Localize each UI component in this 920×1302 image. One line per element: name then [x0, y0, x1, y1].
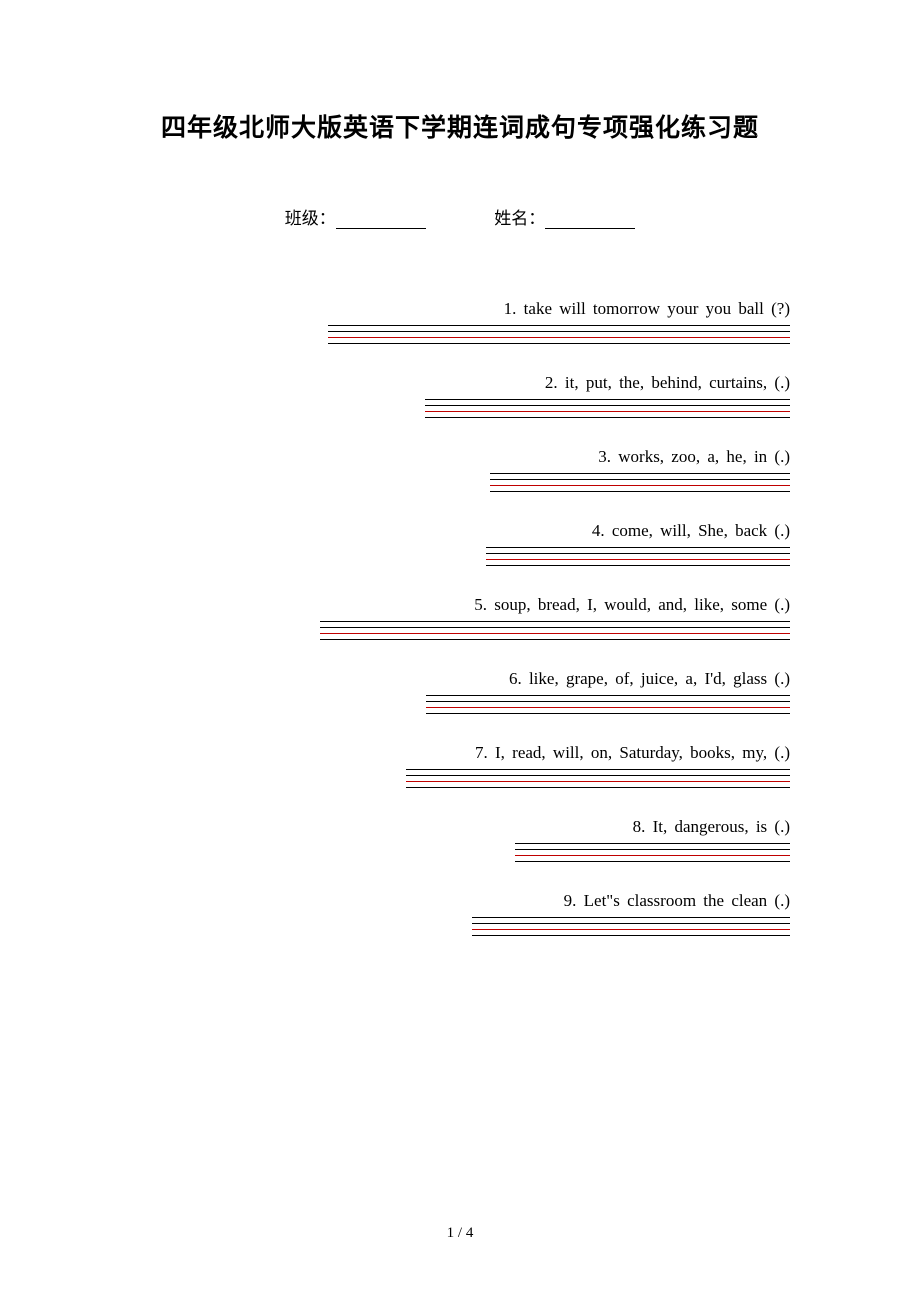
page-title: 四年级北师大版英语下学期连词成句专项强化练习题	[130, 108, 790, 144]
answer-line	[406, 769, 790, 773]
answer-line	[472, 917, 790, 921]
question-3: 3. works, zoo, a, he, in (.)	[130, 447, 790, 497]
question-8: 8. It, dangerous, is (.)	[130, 817, 790, 867]
answer-line	[486, 547, 790, 551]
answer-line	[490, 473, 790, 477]
class-blank[interactable]	[336, 228, 426, 229]
answer-line	[472, 923, 790, 927]
questions-container: 1. take will tomorrow your you ball (?) 2…	[130, 299, 790, 941]
answer-line	[426, 707, 790, 711]
page-number: 1 / 4	[0, 1225, 920, 1242]
answer-line	[486, 565, 790, 569]
answer-line	[406, 787, 790, 791]
question-text: 6. like, grape, of, juice, a, I'd, glass…	[130, 669, 790, 689]
answer-line	[406, 775, 790, 779]
answer-line	[490, 479, 790, 483]
name-label: 姓名：	[494, 209, 545, 228]
answer-line	[426, 713, 790, 717]
answer-line	[406, 781, 790, 785]
answer-line	[490, 485, 790, 489]
question-text: 7. I, read, will, on, Saturday, books, m…	[130, 743, 790, 763]
question-text: 5. soup, bread, I, would, and, like, som…	[130, 595, 790, 615]
answer-lines[interactable]	[130, 695, 790, 719]
answer-line	[328, 325, 790, 329]
answer-line	[515, 843, 790, 847]
answer-line	[472, 935, 790, 939]
question-5: 5. soup, bread, I, would, and, like, som…	[130, 595, 790, 645]
answer-line	[328, 331, 790, 335]
answer-line	[486, 559, 790, 563]
answer-lines[interactable]	[130, 843, 790, 867]
answer-line	[320, 627, 790, 631]
answer-line	[426, 695, 790, 699]
question-1: 1. take will tomorrow your you ball (?)	[130, 299, 790, 349]
answer-line	[425, 417, 790, 421]
answer-line	[426, 701, 790, 705]
answer-lines[interactable]	[130, 473, 790, 497]
answer-line	[486, 553, 790, 557]
question-4: 4. come, will, She, back (.)	[130, 521, 790, 571]
answer-line	[425, 399, 790, 403]
student-info-row: 班级： 姓名：	[130, 204, 790, 229]
question-text: 2. it, put, the, behind, curtains, (.)	[130, 373, 790, 393]
question-9: 9. Let"s classroom the clean (.)	[130, 891, 790, 941]
answer-lines[interactable]	[130, 399, 790, 423]
answer-lines[interactable]	[130, 621, 790, 645]
question-6: 6. like, grape, of, juice, a, I'd, glass…	[130, 669, 790, 719]
question-2: 2. it, put, the, behind, curtains, (.)	[130, 373, 790, 423]
answer-line	[328, 337, 790, 341]
answer-line	[425, 405, 790, 409]
question-text: 3. works, zoo, a, he, in (.)	[130, 447, 790, 467]
answer-line	[320, 633, 790, 637]
question-text: 1. take will tomorrow your you ball (?)	[130, 299, 790, 319]
question-text: 8. It, dangerous, is (.)	[130, 817, 790, 837]
answer-line	[425, 411, 790, 415]
answer-line	[490, 491, 790, 495]
answer-line	[515, 861, 790, 865]
question-text: 4. come, will, She, back (.)	[130, 521, 790, 541]
answer-line	[328, 343, 790, 347]
answer-lines[interactable]	[130, 547, 790, 571]
answer-line	[515, 855, 790, 859]
answer-line	[515, 849, 790, 853]
answer-lines[interactable]	[130, 325, 790, 349]
answer-line	[320, 621, 790, 625]
name-blank[interactable]	[545, 228, 635, 229]
answer-line	[320, 639, 790, 643]
question-text: 9. Let"s classroom the clean (.)	[130, 891, 790, 911]
question-7: 7. I, read, will, on, Saturday, books, m…	[130, 743, 790, 793]
class-label: 班级：	[285, 209, 336, 228]
answer-line	[472, 929, 790, 933]
answer-lines[interactable]	[130, 769, 790, 793]
answer-lines[interactable]	[130, 917, 790, 941]
